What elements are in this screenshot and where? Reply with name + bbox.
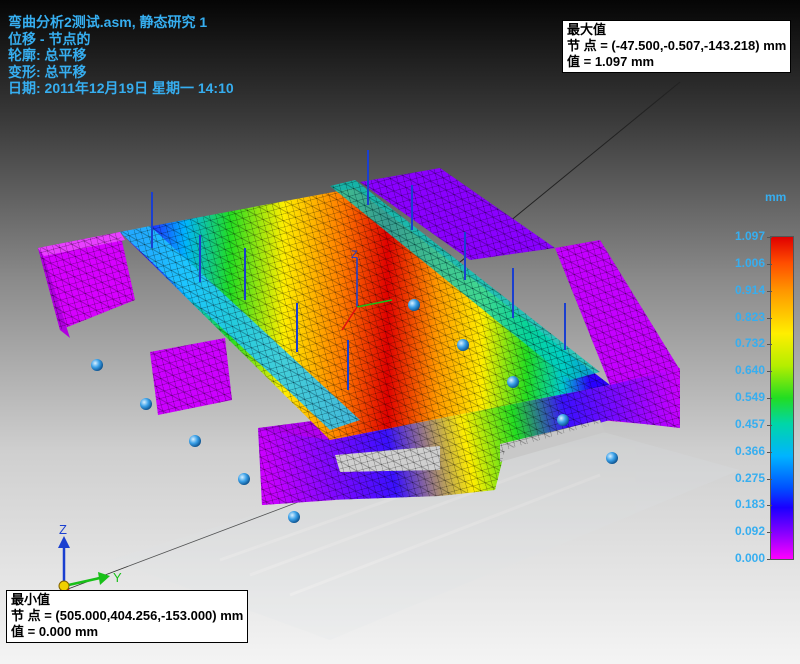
legend-tick-label: 1.006 [727, 256, 772, 270]
legend-tick-label: 0.000 [727, 551, 772, 565]
left-block [38, 232, 135, 338]
legend-unit: mm [765, 190, 787, 204]
legend-tick-label: 0.275 [727, 471, 772, 485]
model-axis-z-label: Z [351, 249, 358, 261]
legend-tick-label: 0.732 [727, 336, 772, 350]
legend-tick-label: 0.457 [727, 417, 772, 431]
min-probe-node: 节 点 = (505.000,404.256,-153.000) mm [11, 608, 244, 623]
min-probe-title: 最小值 [11, 592, 51, 607]
legend-tick-label: 0.092 [727, 524, 772, 538]
max-probe-node: 节 点 = (-47.500,-0.507,-143.218) mm [567, 38, 787, 53]
min-value-probe[interactable]: 最小值 节 点 = (505.000,404.256,-153.000) mm … [6, 590, 249, 643]
legend-color-bar [770, 236, 794, 560]
legend-tick-label: 1.097 [727, 229, 772, 243]
model-viewport[interactable]: Z Z Y X [0, 0, 800, 664]
legend-tick-label: 0.823 [727, 310, 772, 324]
axis-z-label: Z [59, 522, 67, 537]
max-probe-title: 最大值 [567, 22, 607, 37]
legend-tick-label: 0.640 [727, 363, 772, 377]
legend-tick-label: 0.914 [727, 283, 772, 297]
max-value-probe[interactable]: 最大值 节 点 = (-47.500,-0.507,-143.218) mm 值… [562, 20, 792, 73]
max-probe-value: 值 = 1.097 mm [567, 54, 655, 69]
axis-y-label: Y [113, 570, 122, 585]
legend-tick-label: 0.366 [727, 444, 772, 458]
legend-tick-label: 0.183 [727, 497, 772, 511]
legend-tick-label: 0.549 [727, 390, 772, 404]
min-probe-value: 值 = 0.000 mm [11, 624, 99, 639]
